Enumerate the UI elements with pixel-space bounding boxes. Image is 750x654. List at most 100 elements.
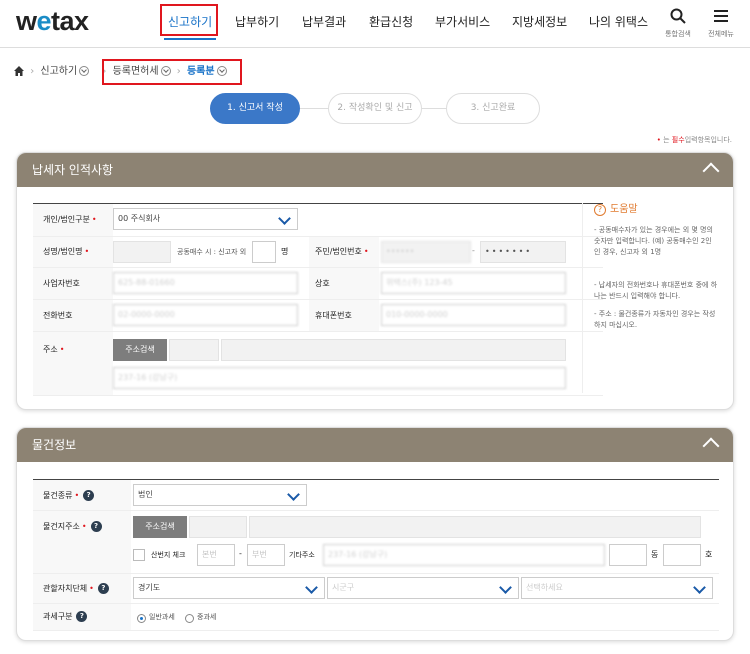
help-item-text: 주소 : 물건종류가 자동차인 경우는 작성하지 마십시오. <box>594 310 716 329</box>
district-select-city[interactable]: 시군구 <box>327 577 519 599</box>
tax-type-heavy-radio[interactable] <box>185 614 194 623</box>
question-circle-icon: ? <box>594 204 606 216</box>
nav-local-tax-info[interactable]: 지방세정보 <box>512 0 567 48</box>
id-dash: - <box>472 246 475 255</box>
chevron-up-icon[interactable] <box>702 437 720 455</box>
highlight-box-breadcrumb <box>102 59 242 85</box>
address-road-field[interactable] <box>221 339 566 361</box>
search-button[interactable]: 통합검색 <box>660 8 696 39</box>
menu-button[interactable]: 전체메뉴 <box>703 8 739 39</box>
help-item: - 주소 : 물건종류가 자동차인 경우는 작성하지 마십시오. <box>594 310 716 329</box>
breadcrumb-separator-icon: › <box>30 66 35 77</box>
district-label-text: 관할자치단체 <box>43 584 88 593</box>
row-divider <box>33 630 719 631</box>
id-front-field[interactable]: •••••• <box>381 241 471 263</box>
required-note-suffix: 입력항목입니다. <box>684 136 732 144</box>
district-label: 관할자치단체 •? <box>43 583 109 594</box>
property-panel-header[interactable]: 물건정보 <box>17 428 733 462</box>
property-zipcode-field[interactable] <box>189 516 247 538</box>
ho-unit: 호 <box>705 550 713 559</box>
home-icon[interactable] <box>14 66 24 76</box>
search-caption: 통합검색 <box>665 30 691 38</box>
help-item: - 공동매수자가 있는 경우에는 외 몇 명의 숫자만 입력합니다. (예) 공… <box>594 226 713 256</box>
step-1: 1. 신고서 작성 <box>210 93 300 124</box>
mountain-lot-checkbox[interactable] <box>133 549 145 561</box>
name-field[interactable] <box>113 241 171 263</box>
nav-payment[interactable]: 납부하기 <box>235 0 279 48</box>
nav-payment-result[interactable]: 납부결과 <box>302 0 346 48</box>
district-select-office[interactable]: 선택하세요 <box>521 577 713 599</box>
property-address-search-button[interactable]: 주소검색 <box>133 516 187 538</box>
question-icon[interactable]: ? <box>76 611 88 622</box>
name-label-text: 성명/법인명 <box>43 247 83 256</box>
row-divider <box>33 573 719 574</box>
dong-field[interactable] <box>609 544 647 566</box>
address-label: 주소 • <box>43 344 64 355</box>
step-connector <box>300 108 328 109</box>
address-detail-field[interactable]: 237-16 (강남구) <box>113 367 566 389</box>
chevron-down-icon[interactable] <box>79 66 90 76</box>
required-star: • <box>74 491 80 500</box>
required-star: • <box>363 247 369 256</box>
district-select-province[interactable]: 경기도 <box>133 577 325 599</box>
row-divider <box>33 236 603 237</box>
nav-my-wetax[interactable]: 나의 위택스 <box>589 0 648 48</box>
required-star: • <box>81 522 87 531</box>
co-owner-count-field[interactable] <box>252 241 276 263</box>
person-type-label-text: 개인/법인구분 <box>43 215 90 224</box>
zipcode-field[interactable] <box>169 339 219 361</box>
tax-type-label-text: 과세구분 <box>43 612 73 621</box>
trade-name-field[interactable]: 위택스(주) 123-45 <box>381 272 566 294</box>
wetax-logo[interactable]: wetax <box>16 6 89 37</box>
nav-extra-services[interactable]: 부가서비스 <box>435 0 490 48</box>
hamburger-icon <box>714 10 728 22</box>
property-road-field[interactable] <box>249 516 701 538</box>
step-3: 3. 신고완료 <box>446 93 540 124</box>
id-back-field[interactable]: ••••••• <box>480 241 566 263</box>
logo-tax: tax <box>51 6 89 36</box>
row-divider <box>33 267 603 268</box>
mobile-field[interactable]: 010-0000-0000 <box>381 304 566 326</box>
tax-type-label: 과세구분? <box>43 611 88 622</box>
row-divider <box>33 299 603 300</box>
property-kind-label: 물건종류 •? <box>43 490 95 501</box>
question-icon[interactable]: ? <box>90 521 102 532</box>
highlight-box-nav <box>160 4 218 36</box>
logo-w: w <box>16 6 37 36</box>
ho-field[interactable] <box>663 544 701 566</box>
search-icon <box>670 8 686 24</box>
chevron-up-icon[interactable] <box>702 162 720 180</box>
lot-dash: - <box>239 549 242 558</box>
phone-label: 전화번호 <box>43 311 73 320</box>
co-owner-text: 공동매수 시 : 신고자 외 <box>177 248 247 256</box>
biz-number-field[interactable]: 625-88-01660 <box>113 272 298 294</box>
required-star: • <box>89 584 94 593</box>
required-star: • <box>59 345 65 354</box>
bubeon-field[interactable]: 부번 <box>247 544 285 566</box>
person-type-select[interactable]: 00 주식회사 <box>113 208 298 230</box>
table-top-border <box>33 479 719 480</box>
person-type-label: 개인/법인구분 • <box>43 214 97 225</box>
property-panel: 물건정보 물건종류 •? 법인 물건지주소 •? 주소검색 산번지 체크 본번 - … <box>16 427 734 641</box>
property-panel-title: 물건정보 <box>32 438 77 452</box>
menu-caption: 전체메뉴 <box>708 30 734 38</box>
address-search-button[interactable]: 주소검색 <box>113 339 167 361</box>
nav-refund[interactable]: 환급신청 <box>369 0 413 48</box>
name-label: 성명/법인명 • <box>43 246 89 257</box>
question-icon[interactable]: ? <box>97 583 109 594</box>
property-kind-label-text: 물건종류 <box>43 491 73 500</box>
label-column-bg <box>33 480 131 630</box>
breadcrumb-level1[interactable]: 신고하기 <box>40 66 77 77</box>
logo-e: e <box>36 6 52 36</box>
help-item-text: 납세자의 전화번호나 휴대폰번호 중에 하나는 반드시 입력해야 합니다. <box>594 281 718 300</box>
question-icon[interactable]: ? <box>83 490 95 501</box>
help-divider <box>582 203 583 393</box>
taxpayer-panel-header[interactable]: 납세자 인적사항 <box>17 153 733 187</box>
phone-field[interactable]: 02-0000-0000 <box>113 304 298 326</box>
row-divider <box>33 510 719 511</box>
tax-type-general-radio[interactable] <box>137 614 146 623</box>
id-label: 주민/법인번호 • <box>315 246 369 257</box>
property-kind-select[interactable]: 법인 <box>133 484 307 506</box>
etc-address-field[interactable]: 237-16 (강남구) <box>323 544 605 566</box>
bonbeon-field[interactable]: 본번 <box>197 544 235 566</box>
